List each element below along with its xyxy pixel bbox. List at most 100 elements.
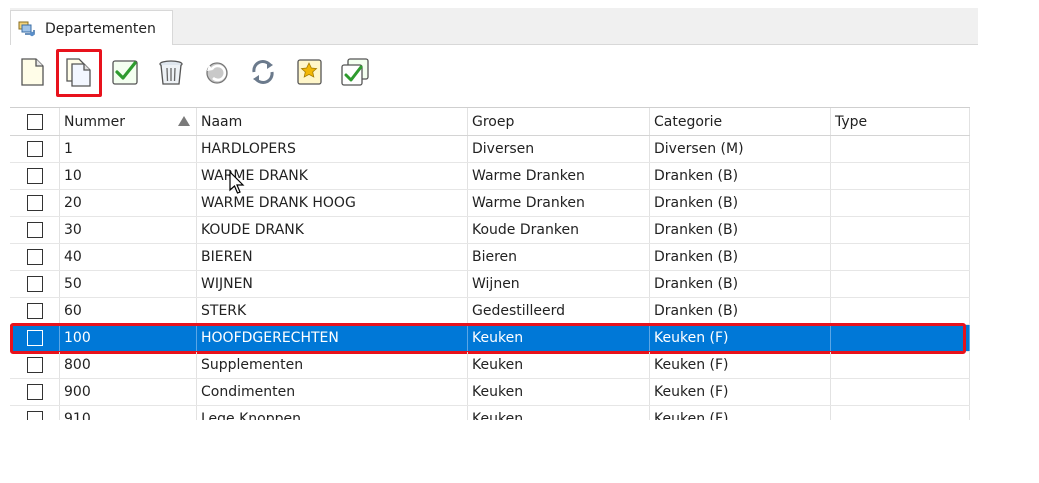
cell-categorie: Keuken (F) <box>650 379 831 405</box>
cell-type <box>831 298 970 324</box>
row-checkbox[interactable] <box>26 330 43 346</box>
cell-naam: Lege Knoppen <box>197 406 468 420</box>
select-all-checkbox-cell[interactable] <box>10 108 60 135</box>
column-header-groep[interactable]: Groep <box>468 108 650 135</box>
column-header-label: Nummer <box>64 113 125 130</box>
cell-type <box>831 352 970 378</box>
row-checkbox[interactable] <box>26 411 43 420</box>
cell-categorie: Dranken (B) <box>650 271 831 297</box>
save-button[interactable] <box>107 54 143 90</box>
row-checkbox[interactable] <box>26 195 43 211</box>
cell-nummer: 30 <box>60 217 197 243</box>
select-all-checkbox[interactable] <box>26 113 43 130</box>
row-checkbox-cell[interactable] <box>10 379 60 405</box>
tab-departementen[interactable]: Departementen <box>10 10 173 46</box>
table-row[interactable]: 50 WIJNEN Wijnen Dranken (B) <box>10 271 970 298</box>
cell-nummer: 100 <box>60 325 197 351</box>
refresh-button[interactable] <box>245 54 281 90</box>
row-checkbox-cell[interactable] <box>10 190 60 216</box>
cell-nummer: 60 <box>60 298 197 324</box>
copy-document-icon <box>66 58 91 87</box>
sort-ascending-icon <box>178 116 190 126</box>
table-row[interactable]: 1 HARDLOPERS Diversen Diversen (M) <box>10 136 970 163</box>
departments-panel: Departementen Nummer Naam Groep Categori… <box>10 8 978 420</box>
table-row[interactable]: 20 WARME DRANK HOOG Warme Dranken Dranken (… <box>10 190 970 217</box>
column-header-type[interactable]: Type <box>831 108 970 135</box>
table-row[interactable]: 910 Lege Knoppen Keuken Keuken (F) <box>10 406 970 420</box>
row-checkbox-cell[interactable] <box>10 325 60 351</box>
row-checkbox[interactable] <box>26 141 43 157</box>
cell-type <box>831 217 970 243</box>
cell-naam: WARME DRANK HOOG <box>197 190 468 216</box>
delete-button[interactable] <box>153 54 189 90</box>
table-row[interactable]: 800 Supplementen Keuken Keuken (F) <box>10 352 970 379</box>
table-row[interactable]: 10 WARME DRANK Warme Dranken Dranken (B) <box>10 163 970 190</box>
cell-naam: KOUDE DRANK <box>197 217 468 243</box>
undo-button[interactable] <box>199 54 235 90</box>
row-checkbox-cell[interactable] <box>10 244 60 270</box>
star-note-icon <box>297 59 322 85</box>
cell-groep: Koude Dranken <box>468 217 650 243</box>
cell-groep: Diversen <box>468 136 650 162</box>
cell-naam: STERK <box>197 298 468 324</box>
cell-nummer: 40 <box>60 244 197 270</box>
cell-naam: Condimenten <box>197 379 468 405</box>
row-checkbox-cell[interactable] <box>10 271 60 297</box>
new-document-icon <box>21 58 44 86</box>
cell-nummer: 800 <box>60 352 197 378</box>
column-header-naam[interactable]: Naam <box>197 108 468 135</box>
row-checkbox[interactable] <box>26 276 43 292</box>
favorite-button[interactable] <box>291 54 327 90</box>
row-checkbox-cell[interactable] <box>10 352 60 378</box>
row-checkbox-cell[interactable] <box>10 163 60 189</box>
cell-groep: Warme Dranken <box>468 163 650 189</box>
departments-grid: Nummer Naam Groep Categorie Type 1 HARDLO… <box>10 107 970 420</box>
new-button[interactable] <box>14 54 50 90</box>
cell-type <box>831 325 970 351</box>
cell-nummer: 910 <box>60 406 197 420</box>
row-checkbox[interactable] <box>26 222 43 238</box>
cell-groep: Gedestilleerd <box>468 298 650 324</box>
column-header-label: Type <box>835 113 868 130</box>
row-checkbox[interactable] <box>26 303 43 319</box>
cell-groep: Keuken <box>468 352 650 378</box>
tab-label: Departementen <box>45 20 156 37</box>
refresh-icon <box>252 60 274 84</box>
row-checkbox[interactable] <box>26 384 43 400</box>
multi-check-icon <box>341 58 369 86</box>
table-row[interactable]: 900 Condimenten Keuken Keuken (F) <box>10 379 970 406</box>
row-checkbox-cell[interactable] <box>10 406 60 420</box>
tab-strip: Departementen <box>10 8 978 46</box>
cell-nummer: 50 <box>60 271 197 297</box>
row-checkbox[interactable] <box>26 168 43 184</box>
cell-nummer: 1 <box>60 136 197 162</box>
cell-nummer: 10 <box>60 163 197 189</box>
cell-groep: Keuken <box>468 406 650 420</box>
table-row[interactable]: 100 HOOFDGERECHTEN Keuken Keuken (F) <box>10 325 970 352</box>
cell-type <box>831 271 970 297</box>
cell-naam: HOOFDGERECHTEN <box>197 325 468 351</box>
cell-categorie: Dranken (B) <box>650 190 831 216</box>
cell-nummer: 900 <box>60 379 197 405</box>
cell-naam: HARDLOPERS <box>197 136 468 162</box>
row-checkbox[interactable] <box>26 357 43 373</box>
select-all-button[interactable] <box>337 54 373 90</box>
cell-categorie: Dranken (B) <box>650 217 831 243</box>
row-checkbox-cell[interactable] <box>10 136 60 162</box>
row-checkbox[interactable] <box>26 249 43 265</box>
table-row[interactable]: 40 BIEREN Bieren Dranken (B) <box>10 244 970 271</box>
cell-nummer: 20 <box>60 190 197 216</box>
row-checkbox-cell[interactable] <box>10 217 60 243</box>
checkmark-icon <box>112 60 138 85</box>
column-header-nummer[interactable]: Nummer <box>60 108 197 135</box>
copy-button[interactable] <box>61 54 97 90</box>
cell-categorie: Dranken (B) <box>650 298 831 324</box>
row-checkbox-cell[interactable] <box>10 298 60 324</box>
table-row[interactable]: 60 STERK Gedestilleerd Dranken (B) <box>10 298 970 325</box>
cell-groep: Warme Dranken <box>468 190 650 216</box>
table-row[interactable]: 30 KOUDE DRANK Koude Dranken Dranken (B) <box>10 217 970 244</box>
cell-naam: Supplementen <box>197 352 468 378</box>
cell-categorie: Keuken (F) <box>650 325 831 351</box>
cell-type <box>831 163 970 189</box>
column-header-categorie[interactable]: Categorie <box>650 108 831 135</box>
